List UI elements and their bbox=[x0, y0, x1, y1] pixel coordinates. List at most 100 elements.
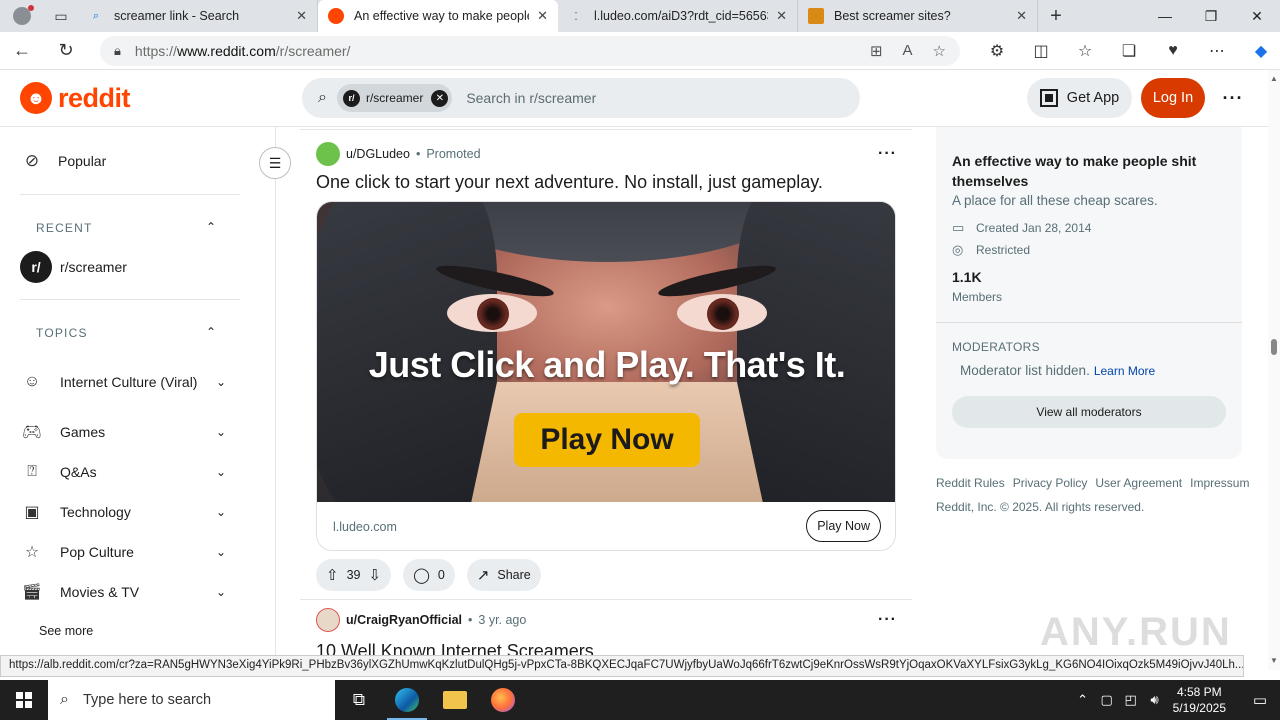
divider bbox=[300, 129, 912, 130]
scroll-up-icon[interactable]: ▲ bbox=[1270, 74, 1278, 83]
clear-chip-icon[interactable]: ✕ bbox=[431, 89, 449, 107]
comments-button[interactable]: ◯ 0 bbox=[403, 559, 455, 591]
extensions-icon[interactable]: ⚙ bbox=[975, 41, 1019, 61]
share-button[interactable]: ↗ Share bbox=[466, 559, 541, 591]
notifications-icon[interactable]: ▭ bbox=[1240, 691, 1280, 709]
post-options-icon[interactable]: ··· bbox=[878, 145, 897, 163]
search-bar[interactable]: ⌕ r/ r/screamer ✕ Search in r/screamer bbox=[302, 78, 860, 118]
network-icon[interactable]: ▢ bbox=[1095, 692, 1119, 708]
get-app-button[interactable]: Get App bbox=[1027, 78, 1132, 118]
search-icon: ⌕ bbox=[60, 691, 69, 708]
start-button[interactable] bbox=[0, 680, 48, 720]
downvote-icon[interactable]: ⇩ bbox=[368, 566, 381, 584]
copilot-icon[interactable]: ◆ bbox=[1239, 41, 1280, 61]
ad-headline: Just Click and Play. That's It. bbox=[368, 344, 846, 385]
ad-card[interactable]: Just Click and Play. That's It. Play Now… bbox=[316, 201, 896, 551]
browser-tab-1[interactable]: ⌕ screamer link - Search ✕ bbox=[78, 0, 318, 32]
footer-link-privacy[interactable]: Privacy Policy bbox=[1013, 476, 1088, 490]
scrollbar-thumb[interactable] bbox=[1271, 339, 1277, 355]
browser-tab-2[interactable]: An effective way to make people ✕ bbox=[318, 0, 558, 32]
clock[interactable]: 4:58 PM 5/19/2025 bbox=[1173, 684, 1226, 716]
browser-tab-3[interactable]: ⁚ l.ludeo.com/aiD3?rdt_cid=56563 ✕ bbox=[558, 0, 798, 32]
minimize-icon[interactable]: — bbox=[1142, 0, 1188, 32]
reddit-logo[interactable]: ☻ reddit bbox=[20, 82, 131, 114]
restore-icon[interactable]: ❐ bbox=[1188, 0, 1234, 32]
login-button[interactable]: Log In bbox=[1141, 78, 1205, 118]
browser-tab-4[interactable]: Best screamer sites? ✕ bbox=[798, 0, 1038, 32]
topics-section-title[interactable]: TOPICS bbox=[36, 326, 88, 340]
ad-title[interactable]: One click to start your next adventure. … bbox=[316, 172, 823, 193]
see-more-link[interactable]: See more bbox=[39, 624, 93, 638]
topic-internet-culture[interactable]: ☺ Internet Culture (Viral) ⌄ bbox=[20, 361, 240, 403]
ad-image[interactable]: Just Click and Play. That's It. Play Now bbox=[317, 202, 895, 502]
divider bbox=[300, 599, 912, 600]
lock-icon[interactable]: 🔒︎ bbox=[114, 43, 121, 59]
sidebar-item-popular[interactable]: ⊘ Popular bbox=[20, 149, 106, 173]
tab-actions-icon[interactable]: ▭ bbox=[44, 0, 78, 32]
topic-technology[interactable]: ▣ Technology ⌄ bbox=[20, 500, 240, 524]
profile-avatar-icon[interactable] bbox=[0, 0, 44, 32]
scroll-down-icon[interactable]: ▼ bbox=[1270, 656, 1278, 665]
footer-link-impressum[interactable]: Impressum bbox=[1190, 476, 1249, 490]
chevron-up-icon[interactable]: ⌃ bbox=[1071, 692, 1095, 708]
ad-domain[interactable]: l.ludeo.com bbox=[333, 520, 397, 534]
avatar[interactable] bbox=[316, 142, 340, 166]
favorite-star-icon[interactable]: ☆ bbox=[933, 42, 946, 60]
close-tab-icon[interactable]: ✕ bbox=[537, 8, 548, 24]
file-explorer-icon[interactable] bbox=[431, 680, 479, 720]
close-tab-icon[interactable]: ✕ bbox=[776, 8, 787, 24]
menu-toggle-icon[interactable]: ☰ bbox=[259, 147, 291, 179]
learn-more-link[interactable]: Learn More bbox=[1094, 364, 1155, 378]
footer-link-agreement[interactable]: User Agreement bbox=[1095, 476, 1182, 490]
new-tab-button[interactable]: + bbox=[1038, 0, 1074, 32]
play-now-button[interactable]: Play Now bbox=[806, 510, 881, 542]
chevron-up-icon[interactable]: ⌃ bbox=[206, 325, 216, 339]
sidebar-item-recent-screamer[interactable]: r/ r/screamer bbox=[20, 251, 127, 283]
collections-icon[interactable]: ❏ bbox=[1107, 41, 1151, 61]
settings-more-icon[interactable]: ⋯ bbox=[1195, 41, 1239, 61]
wifi-icon[interactable]: ◰ bbox=[1119, 692, 1143, 708]
members-count: 1.1K bbox=[952, 269, 982, 285]
post-title[interactable]: 10 Well Known Internet Screamers bbox=[316, 641, 594, 655]
back-button[interactable]: ← bbox=[0, 32, 44, 70]
close-tab-icon[interactable]: ✕ bbox=[296, 8, 307, 24]
chevron-down-icon: ⌄ bbox=[215, 425, 226, 439]
close-tab-icon[interactable]: ✕ bbox=[1016, 8, 1027, 24]
refresh-button[interactable]: ↻ bbox=[44, 32, 88, 70]
avatar[interactable] bbox=[316, 608, 340, 632]
topic-qas[interactable]: ⍰ Q&As ⌄ bbox=[20, 460, 240, 484]
upvote-icon[interactable]: ⇧ bbox=[326, 566, 339, 584]
page-scrollbar[interactable]: ▲ ▼ bbox=[1268, 70, 1280, 670]
ad-play-now-banner[interactable]: Play Now bbox=[514, 413, 700, 467]
volume-icon[interactable]: 🔊︎ bbox=[1143, 692, 1167, 708]
post-username[interactable]: u/CraigRyanOfficial bbox=[346, 613, 462, 627]
search-input[interactable]: Search in r/screamer bbox=[466, 90, 596, 106]
reddit-header: ☻ reddit ⌕ r/ r/screamer ✕ Search in r/s… bbox=[0, 70, 1268, 127]
edge-taskbar-icon[interactable] bbox=[383, 680, 431, 720]
split-screen-icon[interactable]: ◫ bbox=[1019, 41, 1063, 61]
task-view-icon[interactable]: ⧉ bbox=[335, 680, 383, 720]
footer-link-rules[interactable]: Reddit Rules bbox=[936, 476, 1005, 490]
subreddit-search-chip[interactable]: r/ r/screamer ✕ bbox=[336, 84, 453, 112]
close-window-icon[interactable]: ✕ bbox=[1234, 0, 1280, 32]
read-aloud-icon[interactable]: A bbox=[903, 42, 913, 60]
topic-movies-tv[interactable]: 🎬︎ Movies & TV ⌄ bbox=[20, 580, 240, 604]
view-all-moderators-button[interactable]: View all moderators bbox=[952, 396, 1226, 428]
url-field[interactable]: 🔒︎ https://www.reddit.com/r/screamer/ ⊞ … bbox=[100, 36, 960, 66]
link-status-bar: https://alb.reddit.com/cr?za=RAN5gHWYN3e… bbox=[0, 655, 1244, 677]
favorites-icon[interactable]: ☆ bbox=[1063, 41, 1107, 61]
performance-icon[interactable]: ♥ bbox=[1151, 42, 1195, 60]
post-options-icon[interactable]: ··· bbox=[878, 611, 897, 629]
chevron-down-icon: ⌄ bbox=[215, 465, 226, 479]
firefox-icon[interactable] bbox=[479, 680, 527, 720]
topic-games[interactable]: 🎮︎ Games ⌄ bbox=[20, 420, 240, 444]
more-options-icon[interactable]: ··· bbox=[1218, 84, 1248, 112]
recent-section-title[interactable]: RECENT bbox=[36, 221, 93, 235]
taskbar-search[interactable]: ⌕ Type here to search bbox=[48, 680, 335, 720]
topic-pop-culture[interactable]: ☆ Pop Culture ⌄ bbox=[20, 540, 240, 564]
app-icon[interactable]: ⊞ bbox=[870, 42, 883, 60]
ad-username[interactable]: u/DGLudeo bbox=[346, 147, 410, 161]
gamepad-icon: 🎮︎ bbox=[21, 424, 43, 441]
created-date: ▭ Created Jan 28, 2014 bbox=[952, 220, 1092, 235]
chevron-up-icon[interactable]: ⌃ bbox=[206, 220, 216, 234]
